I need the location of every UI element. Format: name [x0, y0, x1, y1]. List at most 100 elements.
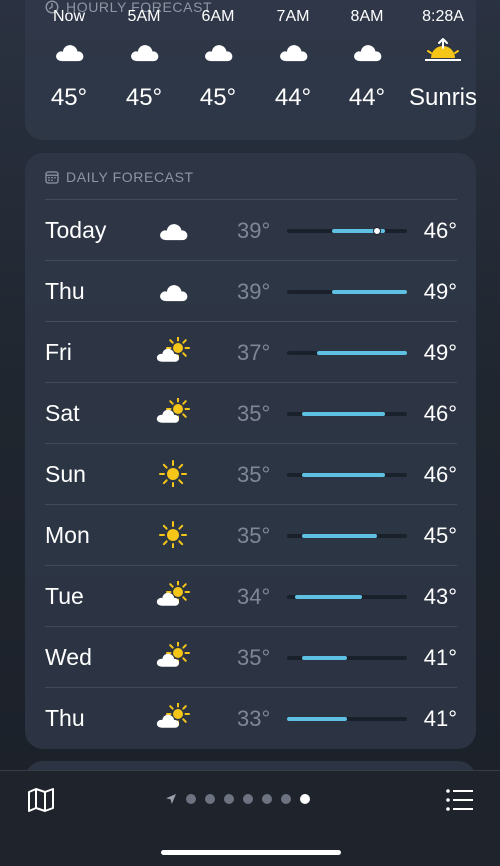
temp-range-bar — [317, 351, 407, 355]
cloud-icon — [56, 45, 84, 62]
temp-range-bar — [302, 412, 385, 416]
high-temp: 46° — [423, 401, 457, 426]
day-weather — [155, 702, 191, 733]
home-indicator[interactable] — [161, 850, 341, 855]
daily-row[interactable]: Thu 39° 49° — [45, 260, 457, 322]
day-weather — [155, 336, 191, 367]
temp-range-track — [287, 412, 407, 416]
temp-range-track — [287, 717, 407, 721]
sunrise-icon — [425, 38, 461, 61]
hour-temp: 44° — [348, 84, 386, 111]
partly-sunny-icon — [156, 702, 190, 728]
daily-row[interactable]: Fri 37° 49° — [45, 321, 457, 383]
hourly-forecast-card[interactable]: HOURLY FORECAST Now 45° 5AM 45° 6AM 45° 7AM 44°… — [25, 0, 477, 140]
temp-range-track — [287, 351, 407, 355]
cloud-icon — [280, 45, 308, 62]
page-dot[interactable] — [205, 794, 215, 804]
page-dot[interactable] — [186, 794, 196, 804]
temp-range-bar — [302, 534, 377, 538]
partly-sunny-icon — [156, 580, 190, 606]
daily-row[interactable]: Wed 35° 41° — [45, 626, 457, 688]
day-label: Today — [45, 217, 107, 243]
page-dot[interactable] — [300, 794, 310, 804]
cloud-icon — [160, 285, 188, 302]
list-button[interactable] — [445, 787, 475, 813]
day-label: Fri — [45, 339, 72, 365]
list-icon — [446, 789, 473, 811]
low-temp: 35° — [237, 401, 271, 426]
hour-item: 8:28A Sunris — [403, 8, 483, 112]
temp-range-bar — [302, 656, 347, 660]
day-weather — [155, 641, 191, 672]
low-temp: 35° — [237, 523, 271, 548]
daily-row[interactable]: Thu 33° 41° — [45, 687, 457, 749]
day-label: Sun — [45, 461, 86, 487]
bottom-toolbar — [0, 770, 500, 866]
high-temp: 46° — [423, 462, 457, 487]
map-button[interactable] — [26, 785, 56, 815]
daily-row[interactable]: Today 39° 46° — [45, 199, 457, 261]
hour-time: 7AM — [276, 8, 310, 25]
day-weather — [155, 520, 191, 550]
temp-range-bar — [287, 717, 347, 721]
day-label: Thu — [45, 278, 85, 304]
sun-icon — [159, 521, 187, 549]
hour-weather — [403, 36, 483, 76]
hour-time: 8:28A — [422, 8, 464, 25]
cloud-icon — [354, 45, 382, 62]
day-weather — [155, 580, 191, 611]
partly-sunny-icon — [156, 397, 190, 423]
daily-forecast-title: DAILY FORECAST — [66, 169, 194, 185]
temp-range-track — [287, 290, 407, 294]
day-weather — [155, 397, 191, 428]
day-label: Sat — [45, 400, 80, 426]
high-temp: 41° — [423, 645, 457, 670]
high-temp: 49° — [423, 279, 457, 304]
high-temp: 43° — [423, 584, 457, 609]
partly-sunny-icon — [156, 641, 190, 667]
page-dot[interactable] — [224, 794, 234, 804]
hour-temp: Sunris — [408, 84, 478, 111]
daily-row[interactable]: Sat 35° 46° — [45, 382, 457, 444]
page-dot[interactable] — [281, 794, 291, 804]
hour-weather — [104, 36, 184, 76]
hour-time: 5AM — [127, 8, 161, 25]
hourly-strip[interactable]: Now 45° 5AM 45° 6AM 45° 7AM 44° 8AM 44° 8:28A Sunri… — [25, 8, 477, 118]
hour-item: 6AM 45° — [178, 8, 258, 112]
hour-time: Now — [52, 8, 85, 25]
hour-item: 8AM 44° — [327, 8, 407, 112]
hour-temp: 45° — [199, 84, 237, 111]
temp-range-bar — [302, 473, 385, 477]
temp-range-bar — [294, 595, 362, 599]
high-temp: 49° — [423, 340, 457, 365]
daily-row[interactable]: Mon 35° 45° — [45, 504, 457, 566]
temp-range-track — [287, 227, 407, 235]
low-temp: 39° — [237, 279, 271, 304]
hour-item: 7AM 44° — [253, 8, 333, 112]
map-icon — [28, 788, 54, 812]
location-arrow-icon — [166, 794, 176, 804]
daily-row[interactable]: Sun 35° 46° — [45, 443, 457, 505]
hour-time: 8AM — [350, 8, 384, 25]
low-temp: 34° — [237, 584, 271, 609]
hour-weather — [253, 36, 333, 76]
current-temp-dot — [373, 227, 381, 235]
day-weather — [155, 215, 191, 245]
calendar-icon — [45, 171, 59, 184]
day-label: Mon — [45, 522, 90, 548]
temp-range-bar — [332, 290, 407, 294]
page-dot[interactable] — [262, 794, 272, 804]
hour-temp: 45° — [50, 84, 88, 111]
temp-range-track — [287, 656, 407, 660]
page-dot[interactable] — [243, 794, 253, 804]
high-temp: 45° — [423, 523, 457, 548]
day-weather — [155, 459, 191, 489]
daily-row[interactable]: Tue 34° 43° — [45, 565, 457, 627]
hour-time: 6AM — [201, 8, 235, 25]
low-temp: 33° — [237, 706, 271, 731]
daily-forecast-card[interactable]: DAILY FORECAST Today 39° 46° Thu 39° 49° Fri 37… — [25, 153, 476, 749]
temp-range-track — [287, 595, 407, 599]
hour-weather — [327, 36, 407, 76]
page-indicator[interactable] — [165, 789, 310, 809]
partly-sunny-icon — [156, 336, 190, 362]
